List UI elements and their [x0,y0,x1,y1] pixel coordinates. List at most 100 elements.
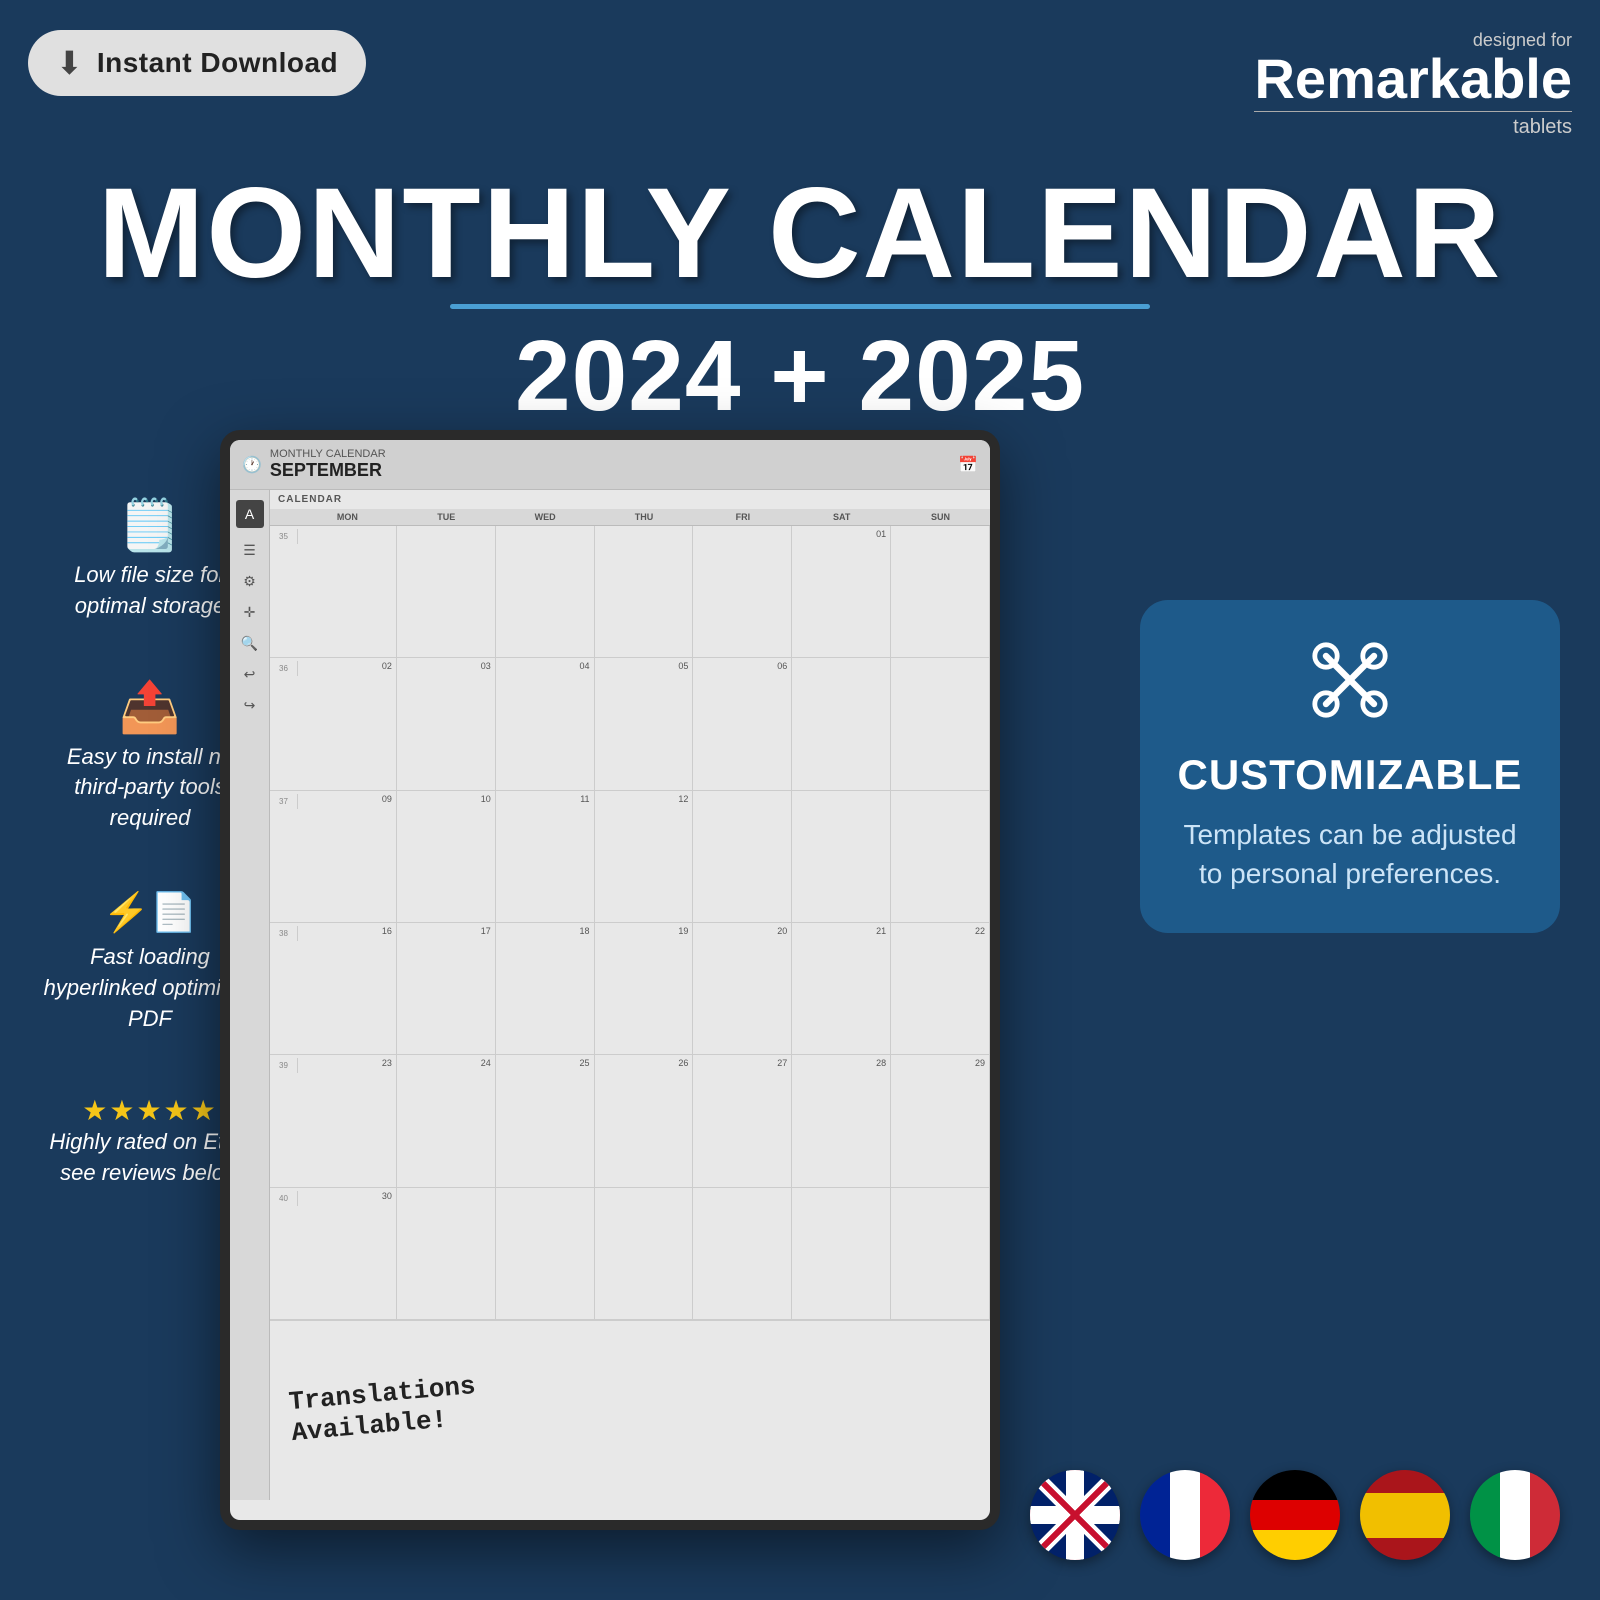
calendar-view-icon: 📅 [958,457,978,474]
cal-main-area: CALENDAR MON TUE WED THU FRI SAT SUN [270,490,990,1500]
day-fri: FRI [693,509,792,525]
list-item: 23 [298,1055,397,1186]
cal-toolbar-left: 🕐 MONTHLY CALENDAR SEPTEMBER [242,448,386,481]
list-item: 02 [298,658,397,789]
list-item [891,526,990,657]
cal-side-letter: A [236,500,264,528]
list-item [792,791,891,922]
table-row: 37 09 10 11 12 [270,791,990,923]
device-screen: 🕐 MONTHLY CALENDAR SEPTEMBER 📅 A ☰ ⚙ [230,440,990,1520]
table-row: 35 01 [270,526,990,658]
brand-name: Remarkable [1254,51,1572,107]
cal-side-toolbar: A ☰ ⚙ ✛ 🔍 ↩ ↪ [230,490,270,1500]
list-item [298,526,397,657]
list-item: 25 [496,1055,595,1186]
day-mon: MON [298,509,397,525]
translations-handwritten: Translations Available! [288,1371,480,1449]
list-item: 26 [595,1055,694,1186]
list-item: 17 [397,923,496,1054]
customizable-card: CUSTOMIZABLE Templates can be adjusted t… [1140,600,1560,933]
title-line2: 2024 + 2025 [0,319,1600,434]
list-item: 22 [891,923,990,1054]
calendar-month: SEPTEMBER [270,460,386,481]
list-item: 03 [397,658,496,789]
week-header-empty [270,509,298,525]
list-item: 24 [397,1055,496,1186]
translations-area: Translations Available! [270,1320,990,1500]
week-num-36: 36 [270,661,298,676]
instant-download-label: Instant Download [97,47,338,79]
remarkable-logo: designed for Remarkable tablets [1254,30,1572,139]
list-item: 01 [792,526,891,657]
flag-uk [1030,1470,1120,1560]
customize-scissors-icon [1175,640,1525,735]
cal-side-settings-icon: ⚙ [243,573,256,590]
list-item: 16 [298,923,397,1054]
list-item [397,526,496,657]
day-sat: SAT [792,509,891,525]
cal-days-header: MON TUE WED THU FRI SAT SUN [270,509,990,526]
list-item [496,526,595,657]
list-item: 10 [397,791,496,922]
table-row: 40 30 [270,1188,990,1320]
list-item [891,1188,990,1319]
cal-side-move-icon: ✛ [244,604,256,621]
table-row: 36 02 03 04 05 06 [270,658,990,790]
cal-weeks: 35 01 36 02 [270,526,990,1320]
week-num-39: 39 [270,1058,298,1073]
list-item [792,658,891,789]
customizable-description: Templates can be adjusted to personal pr… [1183,819,1516,889]
list-item: 09 [298,791,397,922]
list-item: 19 [595,923,694,1054]
cal-header-info: MONTHLY CALENDAR SEPTEMBER [270,448,386,481]
feature-easy-install-text: Easy to install no third-party tools req… [67,744,233,831]
cloud-download-icon: ⬇ [56,44,83,82]
list-item [693,791,792,922]
list-item: 30 [298,1188,397,1319]
day-tue: TUE [397,509,496,525]
table-row: 39 23 24 25 26 27 28 29 [270,1055,990,1187]
table-row: 38 16 17 18 19 20 21 22 [270,923,990,1055]
cal-body: A ☰ ⚙ ✛ 🔍 ↩ ↪ CALENDAR MON [230,490,990,1500]
title-line1: MONTHLY CALENDAR [0,170,1600,298]
cal-side-menu-icon: ☰ [243,542,256,559]
list-item: 05 [595,658,694,789]
list-item: 12 [595,791,694,922]
day-wed: WED [496,509,595,525]
list-item [496,1188,595,1319]
list-item: 20 [693,923,792,1054]
flag-germany [1250,1470,1340,1560]
instant-download-badge: ⬇ Instant Download [28,30,366,96]
flags-row [1030,1470,1560,1560]
week-num-40: 40 [270,1191,298,1206]
top-bar: ⬇ Instant Download designed for Remarkab… [28,30,1572,139]
cal-toolbar-right: 📅 [958,455,978,475]
list-item [891,791,990,922]
week-num-35: 35 [270,529,298,544]
list-item [693,1188,792,1319]
list-item: 04 [496,658,595,789]
cal-clock-icon: 🕐 [242,455,262,475]
cal-section-label: CALENDAR [270,490,990,509]
customizable-title: CUSTOMIZABLE [1175,751,1525,799]
feature-file-size-text: Low file size for optimal storage [74,562,226,618]
list-item: 11 [496,791,595,922]
list-item: 06 [693,658,792,789]
main-title: MONTHLY CALENDAR 2024 + 2025 [0,170,1600,434]
week-num-37: 37 [270,794,298,809]
cal-side-redo-icon: ↪ [244,697,256,714]
flag-italy [1470,1470,1560,1560]
cal-grid: MON TUE WED THU FRI SAT SUN 35 [270,509,990,1320]
week-num-38: 38 [270,926,298,941]
cal-side-undo-icon: ↩ [244,666,256,683]
list-item: 21 [792,923,891,1054]
list-item [693,526,792,657]
calendar-toolbar: 🕐 MONTHLY CALENDAR SEPTEMBER 📅 [230,440,990,490]
device-wrapper: 🕐 MONTHLY CALENDAR SEPTEMBER 📅 A ☰ ⚙ [220,430,1000,1530]
device-frame: 🕐 MONTHLY CALENDAR SEPTEMBER 📅 A ☰ ⚙ [220,430,1000,1530]
list-item: 18 [496,923,595,1054]
tablets-text: tablets [1254,111,1572,139]
list-item: 29 [891,1055,990,1186]
list-item [595,526,694,657]
cal-side-search-icon: 🔍 [241,635,258,652]
